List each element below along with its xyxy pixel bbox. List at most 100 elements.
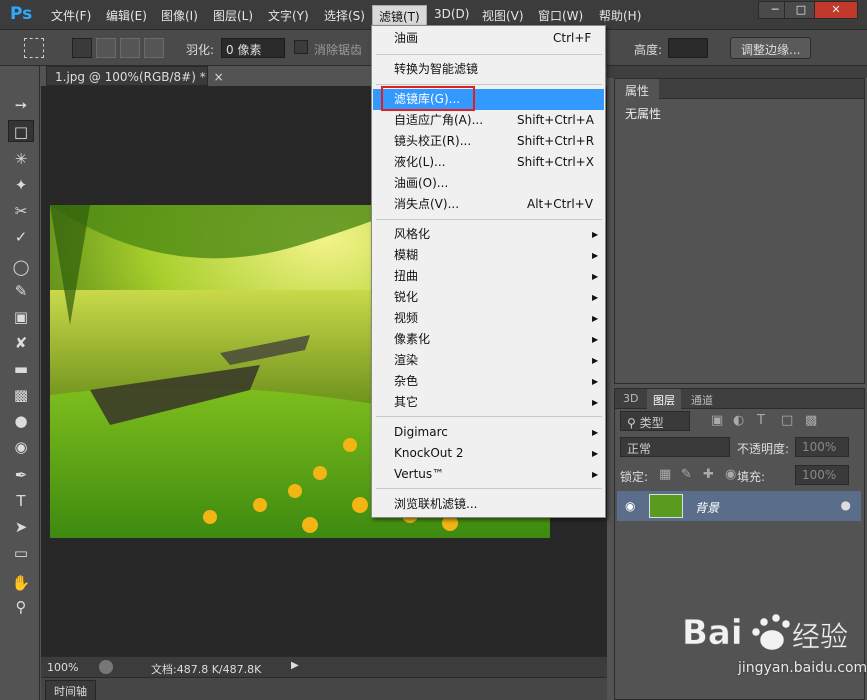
new-selection-icon[interactable] [72, 38, 92, 58]
healing-brush-tool-icon[interactable]: ◯ [8, 256, 34, 278]
properties-panel: 属性 无属性 [614, 78, 865, 384]
add-to-selection-icon[interactable] [96, 38, 116, 58]
pen-tool-icon[interactable]: ✒ [8, 464, 34, 486]
watermark-url: jingyan.baidu.com [738, 660, 867, 676]
hand-tool-icon[interactable]: ✋ [8, 572, 34, 594]
crop-tool-icon[interactable]: ✂ [8, 200, 34, 222]
menu-edit[interactable]: 编辑(E) [106, 7, 147, 24]
maximize-button[interactable]: □ [784, 1, 818, 19]
layer-row-background[interactable]: ◉ 背景 ● [617, 491, 861, 521]
brush-tool-icon[interactable]: ✎ [8, 280, 34, 302]
gradient-tool-icon[interactable]: ▩ [8, 384, 34, 406]
marquee-tool-preset-icon[interactable] [24, 38, 44, 58]
menu-layer[interactable]: 图层(L) [213, 7, 253, 24]
close-tab-icon[interactable]: × [214, 70, 224, 84]
menu-item-digimarc[interactable]: Digimarc ▶ [373, 422, 604, 443]
status-arrow-icon[interactable]: ▶ [291, 660, 299, 671]
intersect-selection-icon[interactable] [144, 38, 164, 58]
feather-input[interactable]: 0 像素 [221, 38, 285, 58]
fill-input[interactable]: 100% [795, 465, 849, 485]
menu-item-other[interactable]: 其它 ▶ [373, 392, 604, 413]
tab-3d[interactable]: 3D [617, 389, 644, 408]
lock-position-icon[interactable]: ✚ [703, 467, 714, 482]
menu-item-render[interactable]: 渲染 ▶ [373, 350, 604, 371]
menu-item-video[interactable]: 视频 ▶ [373, 308, 604, 329]
lasso-tool-icon[interactable]: ✳ [8, 148, 34, 170]
filter-pixel-icon[interactable]: ▣ [711, 413, 723, 428]
menu-view[interactable]: 视图(V) [482, 7, 524, 24]
menu-3d[interactable]: 3D(D) [434, 7, 469, 21]
panel-collapse-strip[interactable] [607, 66, 867, 78]
menu-type[interactable]: 文字(Y) [268, 7, 309, 24]
menu-item-adaptive-wide-angle[interactable]: 自适应广角(A)... Shift+Ctrl+A [373, 110, 604, 131]
close-window-button[interactable]: ✕ [814, 1, 858, 19]
feather-label: 羽化: [186, 43, 215, 57]
eraser-tool-icon[interactable]: ▬ [8, 358, 34, 380]
menu-item-lens-correction[interactable]: 镜头校正(R)... Shift+Ctrl+R [373, 131, 604, 152]
blur-tool-icon[interactable]: ● [8, 410, 34, 432]
opacity-input[interactable]: 100% [795, 437, 849, 457]
menu-item-oil-paint[interactable]: 油画(O)... [373, 173, 604, 194]
menu-item-liquify[interactable]: 液化(L)... Shift+Ctrl+X [373, 152, 604, 173]
menu-item-pixelate[interactable]: 像素化 ▶ [373, 329, 604, 350]
submenu-arrow-icon: ▶ [592, 314, 599, 323]
menu-item-distort[interactable]: 扭曲 ▶ [373, 266, 604, 287]
menu-select[interactable]: 选择(S) [324, 7, 365, 24]
dodge-tool-icon[interactable]: ◉ [8, 436, 34, 458]
submenu-arrow-icon: ▶ [592, 293, 599, 302]
visibility-eye-icon[interactable]: ◉ [625, 499, 635, 513]
menu-help[interactable]: 帮助(H) [599, 7, 641, 24]
submenu-arrow-icon: ▶ [592, 272, 599, 281]
menu-image[interactable]: 图像(I) [161, 7, 198, 24]
zoom-level[interactable]: 100% [47, 661, 78, 674]
move-tool-icon[interactable]: ➙ [8, 94, 34, 116]
tab-layers[interactable]: 图层 [647, 389, 681, 411]
filter-adjustment-icon[interactable]: ◐ [733, 413, 744, 428]
antialias-checkbox[interactable] [294, 40, 308, 54]
lock-transparent-icon[interactable]: ▦ [659, 467, 671, 482]
menu-item-browse-online-filters[interactable]: 浏览联机滤镜... [373, 494, 604, 515]
status-info-icon[interactable] [99, 660, 113, 674]
subtract-selection-icon[interactable] [120, 38, 140, 58]
height-input[interactable] [668, 38, 708, 58]
filter-shape-icon[interactable]: □ [781, 413, 793, 428]
menu-item-vertus[interactable]: Vertus™ ▶ [373, 464, 604, 485]
layer-lock-icon: ● [840, 498, 851, 512]
eyedropper-tool-icon[interactable]: ✓ [8, 226, 34, 248]
magic-wand-tool-icon[interactable]: ✦ [8, 174, 34, 196]
menu-item-blur[interactable]: 模糊 ▶ [373, 245, 604, 266]
filter-smart-object-icon[interactable]: ▩ [805, 413, 817, 428]
zoom-tool-icon[interactable]: ⚲ [8, 596, 34, 618]
search-icon: ⚲ [627, 416, 640, 430]
lock-image-icon[interactable]: ✎ [681, 467, 692, 482]
menu-window[interactable]: 窗口(W) [538, 7, 583, 24]
history-brush-tool-icon[interactable]: ✘ [8, 332, 34, 354]
fill-label: 填充: [737, 470, 766, 484]
menu-item-vanishing-point[interactable]: 消失点(V)... Alt+Ctrl+V [373, 194, 604, 215]
menu-item-sharpen[interactable]: 锐化 ▶ [373, 287, 604, 308]
path-selection-tool-icon[interactable]: ➤ [8, 516, 34, 538]
clone-stamp-tool-icon[interactable]: ▣ [8, 306, 34, 328]
menu-separator [376, 488, 602, 489]
menu-item-noise[interactable]: 杂色 ▶ [373, 371, 604, 392]
layer-thumbnail [649, 494, 683, 518]
tab-properties[interactable]: 属性 [615, 79, 660, 102]
rect-marquee-tool-icon[interactable]: □ [8, 120, 34, 142]
layer-name: 背景 [695, 501, 720, 515]
menu-file[interactable]: 文件(F) [51, 7, 91, 24]
type-tool-icon[interactable]: T [8, 490, 34, 512]
tab-channels[interactable]: 通道 [685, 389, 719, 411]
menu-item-stylize[interactable]: 风格化 ▶ [373, 224, 604, 245]
menu-separator [376, 416, 602, 417]
document-tab[interactable]: 1.jpg @ 100%(RGB/8#) * × [46, 66, 224, 86]
menu-item-convert-smart-filter[interactable]: 转换为智能滤镜 [373, 59, 604, 80]
layer-filter-select[interactable]: ⚲ 类型 [620, 411, 690, 431]
refine-edge-button[interactable]: 调整边缘... [730, 37, 812, 59]
rectangle-tool-icon[interactable]: ▭ [8, 542, 34, 564]
menu-item-knockout[interactable]: KnockOut 2 ▶ [373, 443, 604, 464]
timeline-tab[interactable]: 时间轴 [45, 680, 96, 700]
menu-item-last-filter[interactable]: 油画 Ctrl+F [373, 28, 604, 49]
filter-type-icon[interactable]: T [757, 413, 765, 428]
blend-mode-select[interactable]: 正常 [620, 437, 730, 457]
lock-all-icon[interactable]: ◉ [725, 467, 736, 482]
